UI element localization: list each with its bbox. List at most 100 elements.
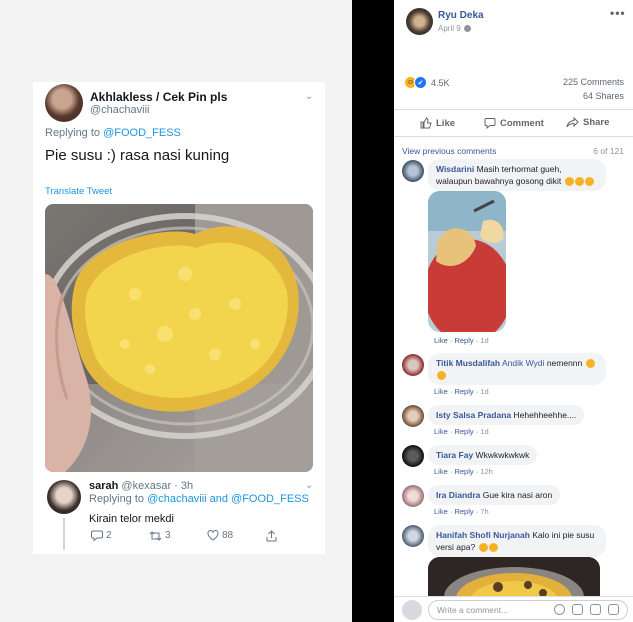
comment-action-button[interactable]: Comment (484, 117, 544, 129)
tagged-user[interactable]: Andik Wydi (502, 358, 544, 368)
reply-author-avatar[interactable] (47, 480, 81, 514)
reply-count: 2 (106, 530, 112, 541)
comment-bubble: Hanifah Shofi Nurjanah Kalo ini pie susu… (428, 525, 606, 557)
post-date[interactable]: April 9 (438, 24, 471, 33)
shares-count[interactable]: 64 Shares (583, 91, 624, 101)
comment-time: 1d (480, 336, 489, 345)
comment-reply-link[interactable]: Reply (454, 387, 473, 396)
commenter-avatar[interactable] (402, 485, 424, 507)
comment-like-link[interactable]: Like (434, 507, 448, 516)
comment-meta: Like · Reply · 1d (434, 427, 489, 436)
comment-text: Gue kira nasi aron (482, 490, 553, 500)
sticker-icon[interactable] (608, 604, 619, 615)
replying-prefix: Replying to (45, 127, 101, 139)
comment-reply-link[interactable]: Reply (454, 336, 473, 345)
heart-icon (207, 530, 219, 541)
reaction-summary[interactable]: ☺ ✔ 4.5K (404, 76, 450, 89)
comments-count[interactable]: 225 Comments (563, 77, 624, 87)
comment-photo[interactable] (428, 191, 506, 332)
comment-text: Wkwkwkwkwk (475, 450, 530, 460)
comment-meta: Like · Reply · 7h (434, 507, 489, 516)
share-icon (266, 530, 277, 542)
comment-text: Hehehheehhe.... (513, 410, 577, 420)
chevron-down-icon[interactable]: ⌄ (305, 91, 313, 102)
commenter-name[interactable]: Tiara Fay (436, 450, 473, 460)
comment-time: 1d (480, 387, 489, 396)
commenter-avatar[interactable] (402, 445, 424, 467)
comment-reply-link[interactable]: Reply (454, 507, 473, 516)
tweet-author-avatar[interactable] (45, 84, 83, 122)
post-action-bar: Like Comment Share (394, 109, 633, 137)
commenter-avatar[interactable] (402, 525, 424, 547)
like-icon: ✔ (414, 76, 427, 89)
tweet-author-name[interactable]: Akhlakless / Cek Pin pls (90, 90, 227, 104)
write-comment-bar: Write a comment... (394, 596, 633, 622)
camera-icon[interactable] (572, 604, 583, 615)
reply-replying-prefix: Replying to (89, 493, 145, 505)
commenter-name[interactable]: Ira Diandra (436, 490, 480, 500)
reply-author-meta: @kexasar · 3h (121, 480, 194, 492)
retweet-button[interactable]: 3 (149, 530, 171, 541)
comment-like-link[interactable]: Like (434, 427, 448, 436)
gif-icon[interactable] (590, 604, 601, 615)
chevron-down-icon[interactable]: ⌄ (305, 480, 313, 491)
post-author-avatar[interactable] (406, 8, 433, 35)
share-button[interactable] (266, 530, 277, 542)
reply-icon (91, 530, 103, 541)
emoji-icon[interactable] (554, 604, 565, 615)
tweet-screenshot-panel: Akhlakless / Cek Pin pls @chachaviii ⌄ R… (0, 0, 352, 622)
comment-text: nemennn (546, 358, 583, 368)
comment-bubble: Wisdarini Masih terhormat gueh, walaupun… (428, 159, 606, 191)
reply-text: Kirain telor mekdi (89, 513, 174, 525)
like-count: 88 (222, 530, 234, 541)
reply-author-name[interactable]: sarah (89, 480, 118, 492)
laughing-emoji-icon (564, 177, 574, 187)
comment-meta: Like · Reply · 1d (434, 387, 489, 396)
tweet-photo[interactable] (45, 204, 313, 472)
reaction-count: 4.5K (431, 77, 450, 88)
commenter-avatar[interactable] (402, 405, 424, 427)
commenter-name[interactable]: Titik Musdalifah (436, 358, 500, 368)
reply-button[interactable]: 2 (91, 530, 112, 541)
divider-bar (352, 0, 394, 622)
laughing-emoji-icon (437, 371, 446, 381)
comment-action-label: Comment (500, 117, 544, 129)
laughing-emoji-icon (584, 177, 594, 187)
comment-time: 7h (480, 507, 489, 516)
tweet-replying-to: Replying to @FOOD_FESS (45, 127, 181, 139)
post-date-text[interactable]: April 9 (438, 24, 461, 33)
comment-like-link[interactable]: Like (434, 336, 448, 345)
comment-like-link[interactable]: Like (434, 387, 448, 396)
comment-bubble: Ira Diandra Gue kira nasi aron (428, 485, 561, 505)
retweet-icon (149, 530, 162, 541)
commenter-avatar[interactable] (402, 354, 424, 376)
share-action-button[interactable]: Share (566, 117, 609, 128)
share-action-label: Share (583, 117, 610, 128)
replying-to-link[interactable]: @FOOD_FESS (103, 127, 181, 139)
like-button[interactable]: 88 (207, 530, 233, 541)
comment-photo[interactable] (428, 557, 600, 597)
comment-like-link[interactable]: Like (434, 467, 448, 476)
like-action-button[interactable]: Like (420, 117, 455, 129)
post-author-name[interactable]: Ryu Deka (438, 10, 484, 21)
comment-icon (484, 118, 496, 129)
commenter-name[interactable]: Isty Salsa Pradana (436, 410, 511, 420)
reply-replying-to-link[interactable]: @chachaviii and @FOOD_FESS (147, 493, 309, 505)
more-icon[interactable]: ••• (610, 6, 626, 20)
tweet-author-handle[interactable]: @chachaviii (90, 104, 149, 116)
translate-tweet-link[interactable]: Translate Tweet (45, 186, 112, 197)
view-previous-comments-link[interactable]: View previous comments (402, 146, 496, 156)
commenter-avatar[interactable] (402, 160, 424, 182)
laughing-emoji-icon (488, 543, 498, 553)
commenter-name[interactable]: Wisdarini (436, 164, 474, 174)
laughing-emoji-icon (585, 359, 595, 369)
reply-author[interactable]: sarah @kexasar · 3h (89, 480, 193, 492)
thread-line (63, 518, 65, 550)
comments-pager: 6 of 121 (593, 146, 624, 156)
comment-reply-link[interactable]: Reply (454, 427, 473, 436)
laughing-emoji-icon (478, 543, 488, 553)
comment-input-placeholder: Write a comment... (437, 605, 509, 615)
comment-bubble: Isty Salsa Pradana Hehehheehhe.... (428, 405, 585, 425)
comment-reply-link[interactable]: Reply (454, 467, 473, 476)
commenter-name[interactable]: Hanifah Shofi Nurjanah (436, 530, 530, 540)
